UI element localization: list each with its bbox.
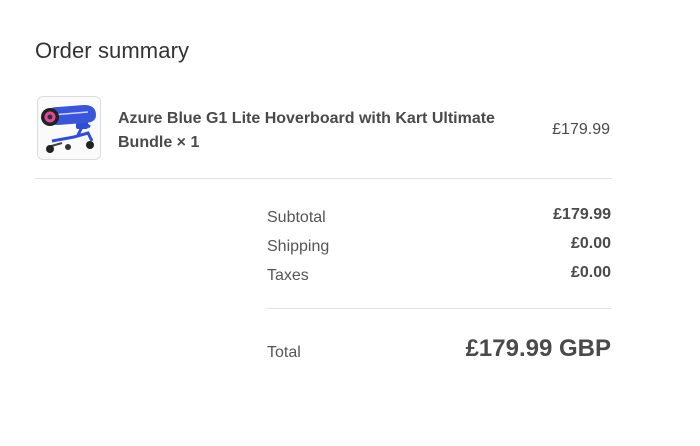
shipping-value: £0.00	[570, 235, 611, 252]
subtotal-row: Subtotal £179.99	[267, 205, 611, 234]
taxes-row: Taxes £0.00	[267, 263, 611, 292]
order-summary-title: Order summary	[35, 38, 190, 63]
subtotal-label: Subtotal	[267, 209, 326, 226]
hoverboard-kart-icon	[41, 105, 96, 153]
shipping-label: Shipping	[267, 238, 330, 255]
total-label: Total	[267, 344, 301, 361]
divider	[267, 308, 612, 309]
taxes-value: £0.00	[570, 264, 611, 281]
cost-breakdown: Subtotal £179.99 Shipping £0.00 Taxes £0…	[267, 205, 611, 292]
total-value: £179.99 GBP	[465, 335, 611, 362]
product-price: £179.99	[552, 121, 610, 138]
subtotal-value: £179.99	[553, 206, 611, 223]
taxes-label: Taxes	[267, 267, 309, 284]
divider	[35, 178, 612, 179]
total-row: Total £179.99 GBP	[267, 332, 611, 372]
shipping-row: Shipping £0.00	[267, 234, 611, 263]
product-name: Azure Blue G1 Lite Hoverboard with Kart …	[118, 110, 495, 151]
order-summary-panel: Order summary Azure Blue G1 Lite Hoverbo…	[0, 0, 700, 446]
line-item: Azure Blue G1 Lite Hoverboard with Kart …	[35, 95, 612, 161]
product-thumbnail	[37, 96, 101, 160]
